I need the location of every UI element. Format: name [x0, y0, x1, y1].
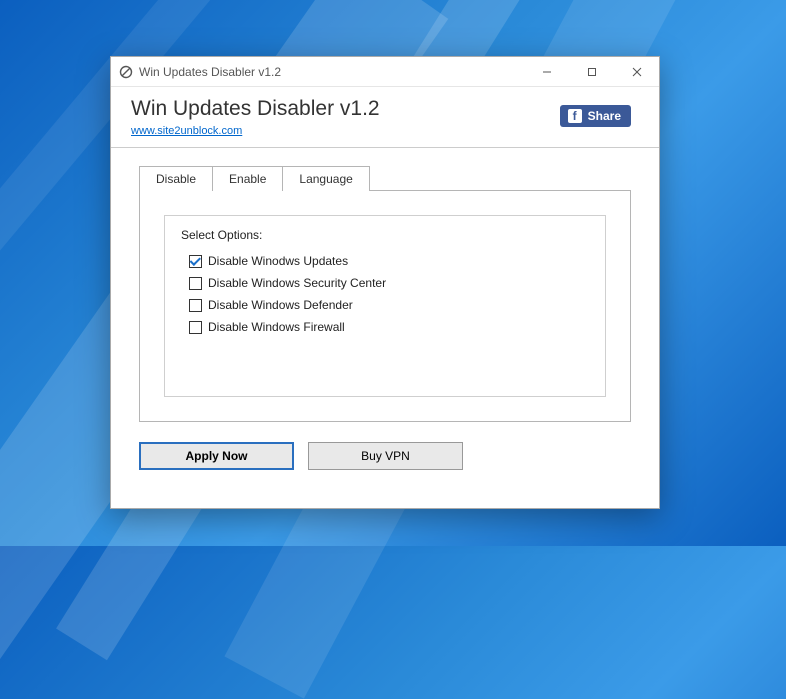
- options-group: Select Options: Disable Winodws Updates …: [164, 215, 606, 397]
- checkbox-icon: [189, 299, 202, 312]
- options-legend: Select Options:: [181, 228, 589, 242]
- tab-enable[interactable]: Enable: [212, 166, 283, 191]
- checkbox-icon: [189, 321, 202, 334]
- tab-label: Enable: [229, 172, 266, 186]
- window-title: Win Updates Disabler v1.2: [139, 65, 281, 79]
- tab-panel-disable: Select Options: Disable Winodws Updates …: [139, 190, 631, 422]
- window-buttons: [524, 57, 659, 86]
- option-disable-security-center[interactable]: Disable Windows Security Center: [189, 276, 589, 290]
- facebook-share-button[interactable]: f Share: [560, 105, 631, 127]
- facebook-icon: f: [568, 109, 582, 123]
- tab-label: Disable: [156, 172, 196, 186]
- titlebar: Win Updates Disabler v1.2: [111, 57, 659, 87]
- option-disable-updates[interactable]: Disable Winodws Updates: [189, 254, 589, 268]
- maximize-button[interactable]: [569, 57, 614, 86]
- action-bar: Apply Now Buy VPN: [139, 442, 631, 470]
- content-area: Disable Enable Language Select Options: …: [111, 148, 659, 508]
- header: Win Updates Disabler v1.2 www.site2unblo…: [111, 87, 659, 148]
- option-label: Disable Winodws Updates: [208, 254, 348, 268]
- tab-label: Language: [299, 172, 352, 186]
- option-label: Disable Windows Defender: [208, 298, 353, 312]
- button-label: Apply Now: [186, 449, 248, 463]
- close-button[interactable]: [614, 57, 659, 86]
- checkbox-icon: [189, 277, 202, 290]
- app-window: Win Updates Disabler v1.2 Win Updates Di…: [110, 56, 660, 509]
- tab-disable[interactable]: Disable: [139, 166, 213, 191]
- option-disable-defender[interactable]: Disable Windows Defender: [189, 298, 589, 312]
- site-link[interactable]: www.site2unblock.com: [131, 125, 242, 137]
- minimize-button[interactable]: [524, 57, 569, 86]
- tab-strip: Disable Enable Language: [139, 166, 631, 191]
- app-icon: [119, 65, 133, 79]
- apply-button[interactable]: Apply Now: [139, 442, 294, 470]
- button-label: Buy VPN: [361, 449, 410, 463]
- options-list: Disable Winodws Updates Disable Windows …: [189, 254, 589, 334]
- tab-language[interactable]: Language: [282, 166, 369, 191]
- option-label: Disable Windows Security Center: [208, 276, 386, 290]
- option-label: Disable Windows Firewall: [208, 320, 345, 334]
- option-disable-firewall[interactable]: Disable Windows Firewall: [189, 320, 589, 334]
- checkbox-icon: [189, 255, 202, 268]
- share-label: Share: [588, 109, 621, 123]
- buy-vpn-button[interactable]: Buy VPN: [308, 442, 463, 470]
